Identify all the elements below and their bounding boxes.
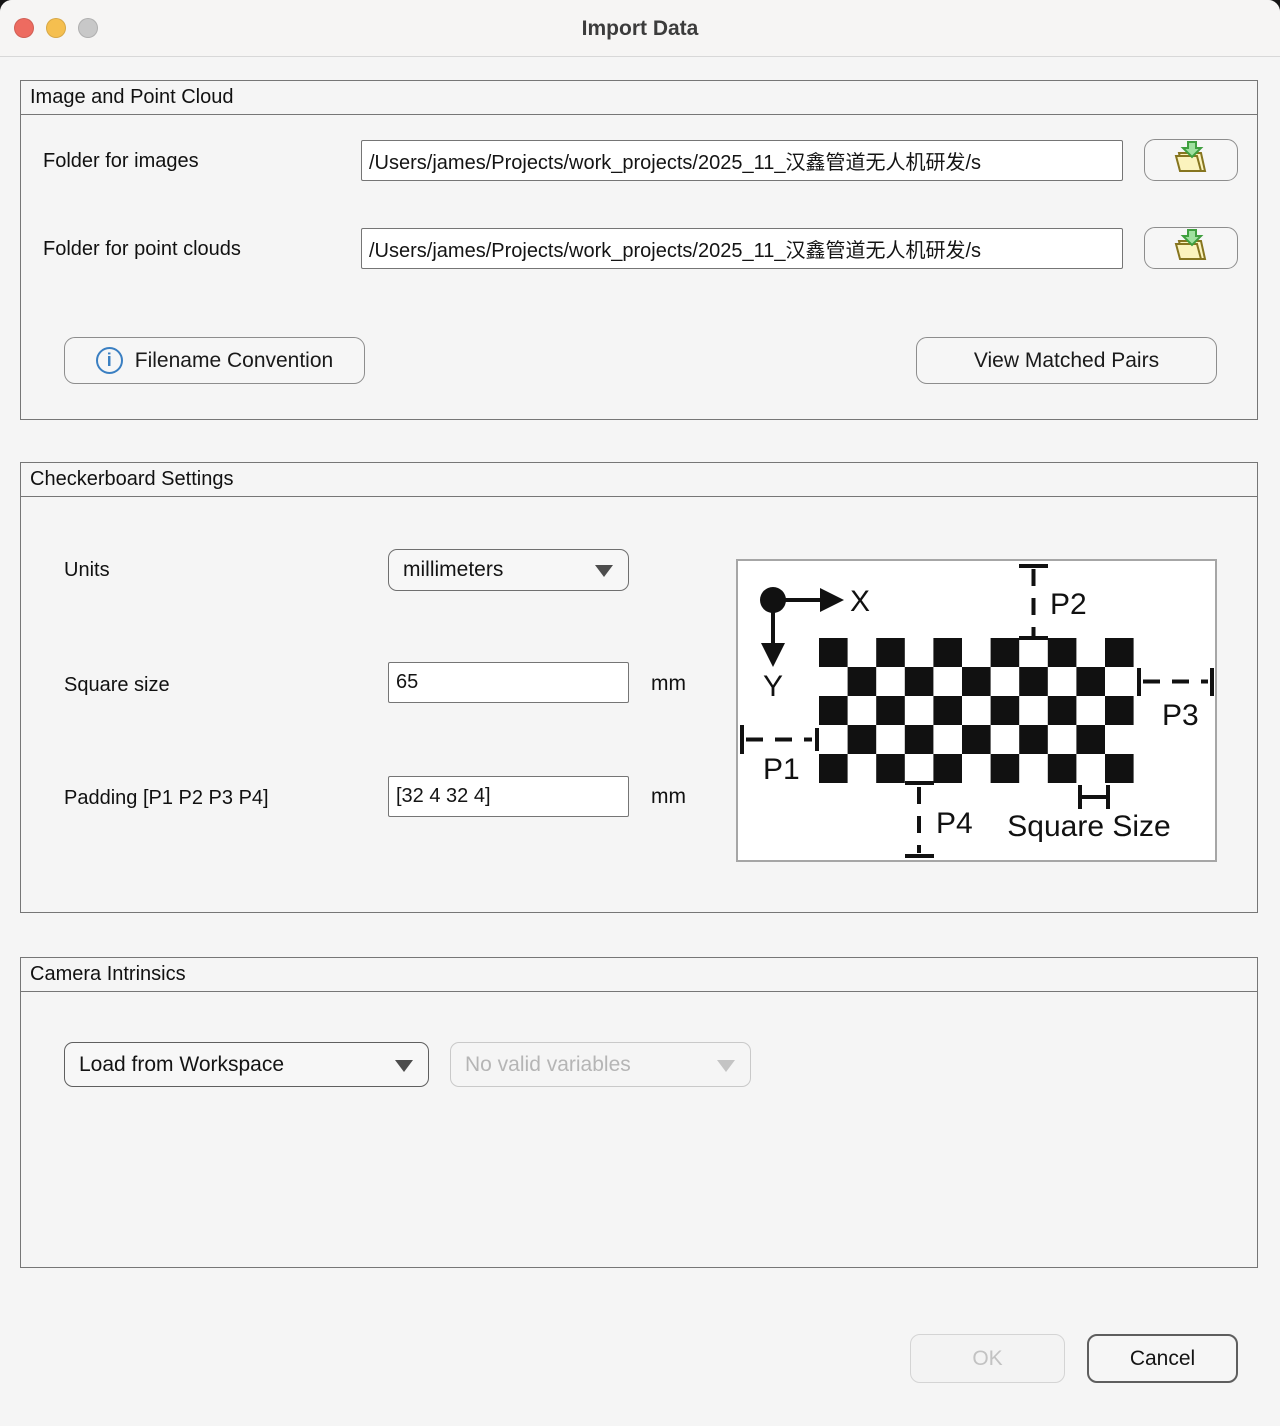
titlebar: Import Data <box>0 0 1280 57</box>
checkerboard-diagram-svg: X Y P2 P3 P1 <box>738 561 1215 860</box>
cancel-button[interactable]: Cancel <box>1087 1334 1238 1383</box>
group-checkerboard-settings: Checkerboard Settings Units millimeters … <box>20 462 1258 913</box>
browse-images-button[interactable] <box>1144 139 1238 181</box>
folder-images-label: Folder for images <box>43 148 199 174</box>
folder-pointclouds-label: Folder for point clouds <box>43 236 241 262</box>
view-matched-pairs-button[interactable]: View Matched Pairs <box>916 337 1217 384</box>
y-axis-label: Y <box>763 670 783 703</box>
units-label: Units <box>64 557 110 583</box>
square-size-diagram-label: Square Size <box>1007 810 1170 843</box>
window-title: Import Data <box>0 0 1280 57</box>
open-folder-icon <box>1170 227 1212 269</box>
units-dropdown[interactable]: millimeters <box>388 549 629 591</box>
info-icon: i <box>96 347 123 374</box>
chevron-down-icon <box>395 1060 413 1072</box>
group-camera-intrinsics: Camera Intrinsics Load from Workspace No… <box>20 957 1258 1268</box>
intrinsics-source-dropdown[interactable]: Load from Workspace <box>64 1042 429 1087</box>
x-axis-label: X <box>850 585 870 618</box>
p3-label: P3 <box>1162 699 1199 732</box>
group-title-checkerboard-settings: Checkerboard Settings <box>21 463 1257 497</box>
filename-convention-button[interactable]: i Filename Convention <box>64 337 365 384</box>
group-image-point-cloud: Image and Point Cloud Folder for images … <box>20 80 1258 420</box>
import-data-dialog: Import Data Image and Point Cloud Folder… <box>0 0 1280 1426</box>
group-title-camera-intrinsics: Camera Intrinsics <box>21 958 1257 992</box>
intrinsics-source-value: Load from Workspace <box>79 1053 284 1077</box>
chevron-down-icon <box>595 565 613 577</box>
folder-images-input[interactable] <box>361 140 1123 181</box>
intrinsics-variable-dropdown: No valid variables <box>450 1042 751 1087</box>
p1-label: P1 <box>763 753 800 786</box>
ok-button: OK <box>910 1334 1065 1383</box>
chevron-down-icon <box>717 1060 735 1072</box>
filename-convention-label: Filename Convention <box>135 349 333 373</box>
square-size-label: Square size <box>64 672 170 698</box>
square-size-input[interactable] <box>388 662 629 703</box>
checkerboard-diagram: X Y P2 P3 P1 <box>736 559 1217 862</box>
padding-unit: mm <box>651 785 686 809</box>
folder-pointclouds-input[interactable] <box>361 228 1123 269</box>
p2-label: P2 <box>1050 588 1087 621</box>
browse-pointclouds-button[interactable] <box>1144 227 1238 269</box>
square-size-unit: mm <box>651 672 686 696</box>
units-value: millimeters <box>403 558 503 582</box>
view-matched-pairs-label: View Matched Pairs <box>974 349 1159 373</box>
intrinsics-variable-value: No valid variables <box>465 1053 631 1077</box>
padding-label: Padding [P1 P2 P3 P4] <box>64 785 269 811</box>
group-title-image-point-cloud: Image and Point Cloud <box>21 81 1257 115</box>
open-folder-icon <box>1170 139 1212 181</box>
checkerboard-squares <box>819 638 1134 783</box>
p4-label: P4 <box>936 807 973 840</box>
x-axis-arrow <box>820 588 844 612</box>
y-axis-arrow <box>761 643 785 667</box>
padding-input[interactable] <box>388 776 629 817</box>
